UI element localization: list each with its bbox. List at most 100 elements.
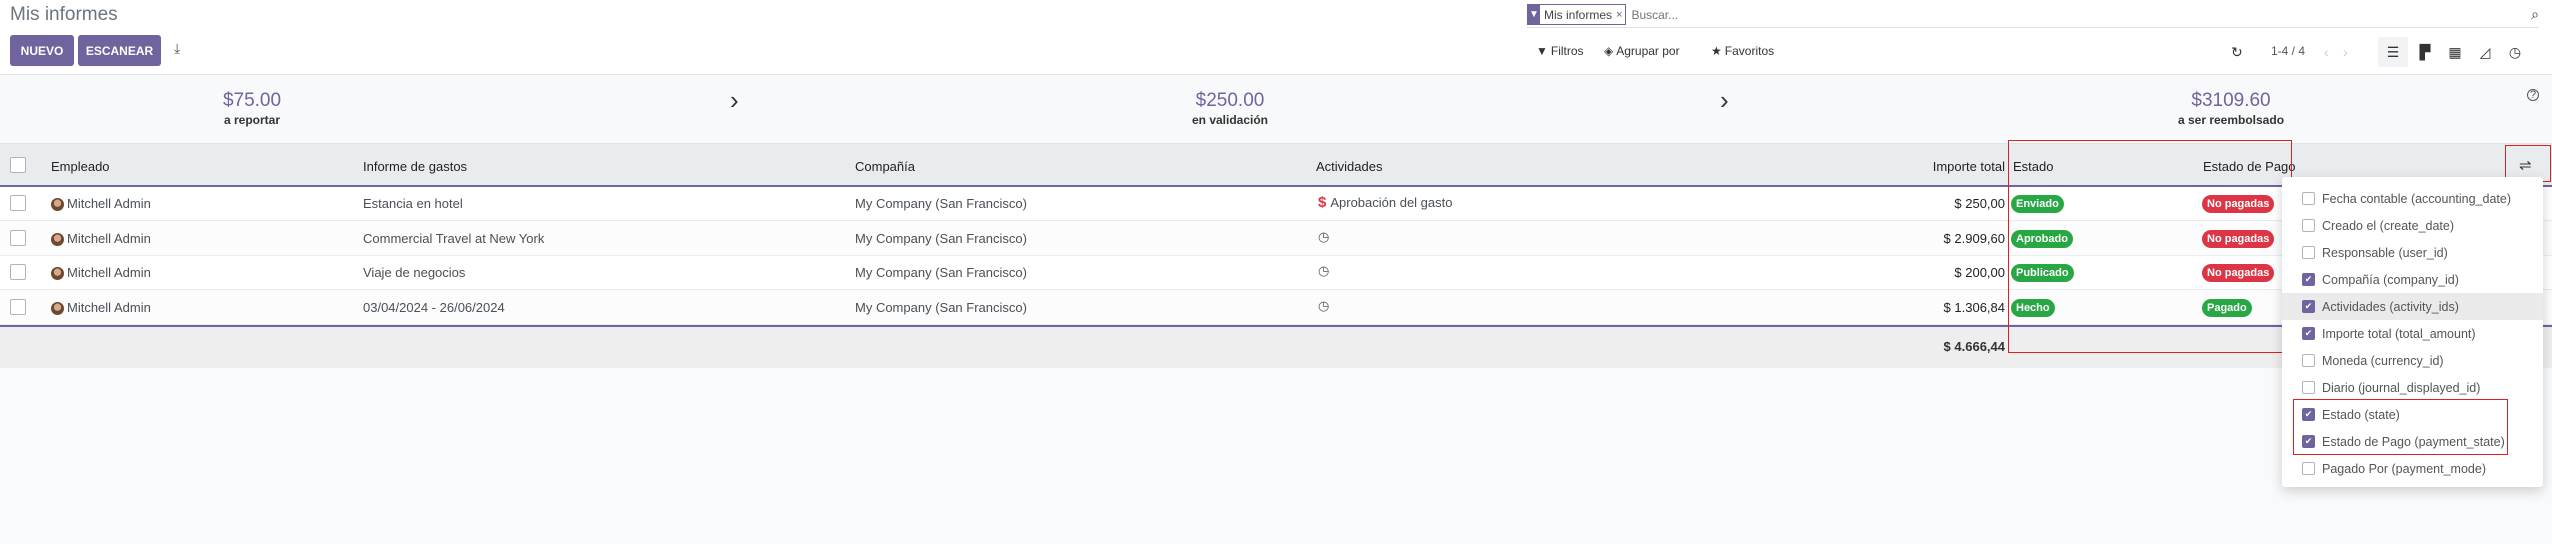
- clock-icon[interactable]: ◷: [1318, 298, 1329, 313]
- clock-icon[interactable]: ◷: [1318, 263, 1329, 278]
- optional-column-item[interactable]: Diario (journal_displayed_id): [2282, 374, 2543, 401]
- optional-column-item[interactable]: ✔ Importe total (total_amount): [2282, 320, 2543, 347]
- optional-column-label: Actividades (activity_ids): [2322, 299, 2459, 314]
- row-checkbox[interactable]: [10, 264, 26, 280]
- optional-column-label: Diario (journal_displayed_id): [2322, 380, 2481, 395]
- graph-view-icon[interactable]: ◿: [2470, 37, 2500, 67]
- checkbox-icon[interactable]: [2302, 192, 2315, 205]
- help-icon[interactable]: ?: [2527, 89, 2539, 101]
- remove-facet-icon[interactable]: ×: [1616, 9, 1625, 21]
- report-name: Commercial Travel at New York: [363, 230, 545, 246]
- report-name: Viaje de negocios: [363, 265, 466, 280]
- company-name: My Company (San Francisco): [855, 196, 1027, 211]
- kanban-view-icon[interactable]: ▛: [2410, 37, 2440, 67]
- optional-column-item[interactable]: ✔ Actividades (activity_ids): [2282, 293, 2543, 320]
- employee-name: Mitchell Admin: [67, 230, 151, 246]
- optional-column-label: Moneda (currency_id): [2322, 353, 2444, 368]
- summary-reimbursed-value[interactable]: $3109.60: [2131, 90, 2331, 112]
- row-checkbox[interactable]: [10, 195, 26, 211]
- star-icon: ★: [1711, 44, 1722, 58]
- chevron-right-icon: ›: [730, 85, 739, 115]
- scan-button[interactable]: ESCANEAR: [78, 35, 161, 66]
- favorites-button[interactable]: ★ Favoritos: [1711, 44, 1774, 58]
- total-amount: $ 250,00: [1954, 196, 2005, 211]
- search-bar: ▼ Mis informes × ⌕: [1527, 2, 2539, 28]
- filter-icon: ▼: [1536, 44, 1548, 58]
- optional-column-label: Importe total (total_amount): [2322, 326, 2476, 341]
- group-by-button[interactable]: ◈ Agrupar por: [1604, 44, 1680, 58]
- filters-button[interactable]: ▼ Filtros: [1536, 44, 1584, 58]
- total-amount: $ 2.909,60: [1943, 230, 2005, 246]
- employee-name: Mitchell Admin: [67, 196, 151, 211]
- search-icon[interactable]: ⌕: [2531, 6, 2539, 23]
- page-title: Mis informes: [10, 4, 118, 25]
- column-employee[interactable]: Empleado: [51, 159, 110, 174]
- avatar: [51, 198, 64, 212]
- column-total[interactable]: Importe total: [1905, 159, 2005, 174]
- highlight-state-columns: [2008, 140, 2292, 353]
- optional-column-item[interactable]: ✔ Compañía (company_id): [2282, 266, 2543, 293]
- column-activities[interactable]: Actividades: [1316, 159, 1382, 174]
- company-name: My Company (San Francisco): [855, 265, 1027, 280]
- optional-column-label: Creado el (create_date): [2322, 218, 2455, 233]
- pivot-view-icon[interactable]: ▦: [2440, 37, 2470, 67]
- control-panel: Mis informes NUEVO ESCANEAR ⤓ ▼ Mis info…: [0, 0, 2552, 75]
- company-name: My Company (San Francisco): [855, 230, 1027, 246]
- report-name: Estancia en hotel: [363, 196, 463, 211]
- summary-validation-label: en validación: [1191, 113, 1269, 127]
- search-input[interactable]: [1631, 7, 2482, 22]
- checkbox-icon[interactable]: [2302, 381, 2315, 394]
- select-all-checkbox[interactable]: [10, 157, 26, 173]
- facet-label: Mis informes: [1544, 7, 1613, 22]
- optional-column-item[interactable]: Responsable (user_id): [2282, 239, 2543, 266]
- expense-summary: $75.00 a reportar › $250.00 en validació…: [0, 75, 2552, 142]
- clock-icon[interactable]: ◷: [1318, 229, 1329, 244]
- row-checkbox[interactable]: [10, 298, 26, 315]
- avatar: [51, 232, 64, 246]
- summary-to-report-value[interactable]: $75.00: [152, 90, 352, 112]
- checkbox-icon[interactable]: [2302, 219, 2315, 232]
- total-amount: $ 200,00: [1954, 265, 2005, 280]
- checked-checkbox-icon[interactable]: ✔: [2302, 327, 2315, 340]
- group-by-label: Agrupar por: [1616, 44, 1680, 58]
- activity-label: Aprobación del gasto: [1330, 195, 1453, 210]
- favorites-label: Favoritos: [1724, 44, 1775, 58]
- filters-label: Filtros: [1550, 44, 1584, 58]
- dollar-icon[interactable]: $: [1318, 194, 1326, 211]
- chevron-right-icon: ›: [1720, 85, 1729, 115]
- summary-validation-value[interactable]: $250.00: [1130, 90, 1330, 112]
- new-button[interactable]: NUEVO: [10, 35, 74, 66]
- activity-view-icon[interactable]: ◷: [2500, 37, 2530, 67]
- filter-icon: ▼: [1528, 5, 1540, 24]
- summary-to-report-label: a reportar: [223, 113, 281, 127]
- optional-column-label: Pagado Por (payment_mode): [2322, 461, 2486, 476]
- checked-checkbox-icon[interactable]: ✔: [2302, 300, 2315, 313]
- total-amount: $ 1.306,84: [1943, 299, 2005, 315]
- checkbox-icon[interactable]: [2302, 354, 2315, 367]
- pager-next-icon[interactable]: ›: [2343, 44, 2348, 60]
- optional-column-item[interactable]: Pagado Por (payment_mode): [2282, 455, 2543, 482]
- optional-column-label: Fecha contable (accounting_date): [2322, 191, 2512, 206]
- avatar: [51, 301, 64, 315]
- optional-column-item[interactable]: Creado el (create_date): [2282, 212, 2543, 239]
- highlight-state-options: [2293, 399, 2508, 455]
- refresh-icon[interactable]: ↻: [2231, 44, 2243, 61]
- footer-total: $ 4.666,44: [1943, 339, 2005, 354]
- list-view-icon[interactable]: ☰: [2378, 37, 2408, 67]
- column-report[interactable]: Informe de gastos: [363, 159, 467, 174]
- report-name: 03/04/2024 - 26/06/2024: [363, 299, 505, 315]
- layers-icon: ◈: [1604, 44, 1614, 58]
- checkbox-icon[interactable]: [2302, 462, 2315, 475]
- download-icon[interactable]: ⤓: [174, 40, 180, 57]
- optional-column-item[interactable]: Moneda (currency_id): [2282, 347, 2543, 374]
- optional-column-label: Compañía (company_id): [2322, 272, 2459, 287]
- search-facet: ▼ Mis informes ×: [1527, 4, 1627, 25]
- pager-value[interactable]: 1-4 / 4: [2271, 44, 2305, 58]
- pager-prev-icon[interactable]: ‹: [2324, 44, 2329, 60]
- checked-checkbox-icon[interactable]: ✔: [2302, 273, 2315, 286]
- avatar: [51, 267, 64, 281]
- checkbox-icon[interactable]: [2302, 246, 2315, 259]
- optional-column-item[interactable]: Fecha contable (accounting_date): [2282, 185, 2543, 212]
- column-company[interactable]: Compañía: [855, 159, 915, 174]
- row-checkbox[interactable]: [10, 229, 26, 246]
